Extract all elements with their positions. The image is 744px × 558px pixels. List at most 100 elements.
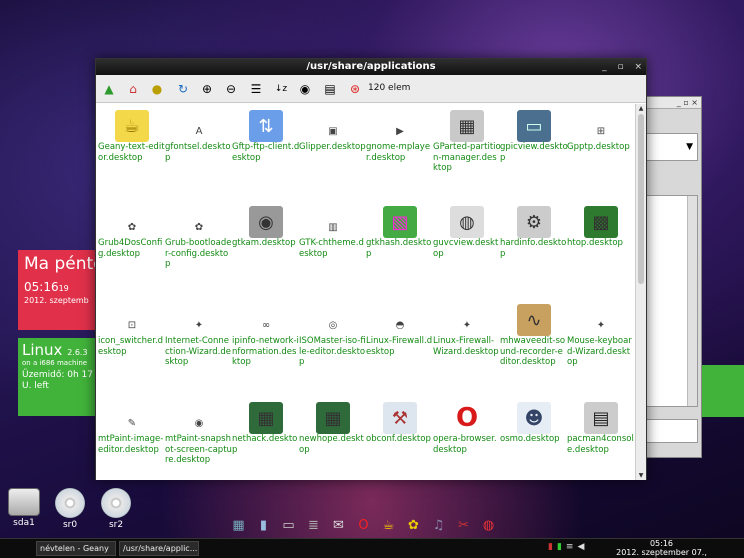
file-item[interactable]: ⊞ Gpptp.desktop <box>567 108 635 198</box>
task-file-manager[interactable]: /usr/share/applic... <box>119 541 199 556</box>
taskbar-clock-time: 05:16 <box>649 539 674 548</box>
file-item[interactable]: ▭ gpicview.desktop <box>500 108 568 198</box>
file-item[interactable]: ▧ gtkhash.desktop <box>366 204 434 294</box>
scroll-up-icon[interactable]: ▲ <box>636 104 646 113</box>
background-pane[interactable] <box>646 195 698 407</box>
drive-sr2[interactable]: sr2 <box>98 488 134 530</box>
file-item[interactable]: ☕ Geany-text-editor.desktop <box>98 108 166 198</box>
settings-icon: ⚒ <box>383 402 417 434</box>
file-label: gtkam.desktop <box>232 238 296 248</box>
file-item[interactable]: ⇅ Gftp-ftp-client.desktop <box>232 108 300 198</box>
up-arrow-icon[interactable]: ▲ <box>100 80 118 98</box>
file-item[interactable]: ⚙ hardinfo.desktop <box>500 204 568 294</box>
volume-icon[interactable]: ◀ <box>577 542 584 552</box>
vertical-scrollbar[interactable]: ▲ ▼ <box>635 104 646 480</box>
teapot-icon[interactable]: ☕ <box>378 515 399 536</box>
mail-icon[interactable]: ✉ <box>328 515 349 536</box>
settings-icon[interactable]: ≣ <box>303 515 324 536</box>
file-item[interactable]: ▶ gnome-mplayer.desktop <box>366 108 434 198</box>
home-icon[interactable]: ⌂ <box>124 80 142 98</box>
file-item[interactable]: ▥ GTK-chtheme.desktop <box>299 204 367 294</box>
file-icon-wrap: ◎ <box>299 302 367 336</box>
file-icon-wrap: ∞ <box>232 302 300 336</box>
bookmark-icon[interactable]: ● <box>148 80 166 98</box>
file-item[interactable]: Agfontsel.desktop <box>165 108 233 198</box>
file-label: Internet-Connection-Wizard.desktop <box>165 336 231 367</box>
webcam-icon[interactable]: ◍ <box>478 515 499 536</box>
tray-app-icon[interactable]: ▮ <box>548 542 553 552</box>
file-icon-wrap: ◉ <box>232 204 300 238</box>
network-icon[interactable]: ≡ <box>566 542 574 552</box>
close-button[interactable]: × <box>634 62 642 72</box>
details-view-icon[interactable]: ▤ <box>321 80 339 98</box>
taskbar-clock[interactable]: 05:16 2012. szeptember 07., péntek <box>614 539 709 558</box>
drive-sda1[interactable]: sda1 <box>6 488 42 528</box>
file-label: htop.desktop <box>567 238 623 248</box>
file-item[interactable]: ▤ pacman4console.desktop <box>567 400 635 480</box>
list-view-icon[interactable]: ☰ <box>247 80 265 98</box>
file-item[interactable]: ⊡ icon_switcher.desktop <box>98 302 166 392</box>
file-item[interactable]: ◍ guvcview.desktop <box>433 204 501 294</box>
file-item[interactable]: ◉ gtkam.desktop <box>232 204 300 294</box>
zoom-out-icon[interactable]: ⊖ <box>222 80 240 98</box>
file-label: opera-browser.desktop <box>433 434 497 455</box>
file-item[interactable]: ✦ Internet-Connection-Wizard.desktop <box>165 302 233 392</box>
maximize-button[interactable]: ▫ <box>617 62 623 72</box>
file-item[interactable]: ▦ nethack.desktop <box>232 400 300 480</box>
background-combo[interactable]: ▼ <box>646 133 698 161</box>
background-field[interactable] <box>646 419 698 443</box>
file-item[interactable]: ▩ htop.desktop <box>567 204 635 294</box>
file-item[interactable]: ▦ newhope.desktop <box>299 400 367 480</box>
taskbar-clock-date: 2012. szeptember 07., péntek <box>616 548 707 558</box>
files-icon[interactable]: ▦ <box>228 515 249 536</box>
opera-icon[interactable]: O <box>353 515 374 536</box>
drive-sr0[interactable]: sr0 <box>52 488 88 530</box>
book-icon[interactable]: ▮ <box>253 515 274 536</box>
drive-label: sda1 <box>13 518 35 528</box>
cdrom-icon <box>101 488 131 518</box>
file-item[interactable]: ◎ ISOMaster-iso-file-editor.desktop <box>299 302 367 392</box>
system-tray: ▮ ▮ ≡ ◀ <box>548 542 584 552</box>
firewall-icon: ◓ <box>395 320 405 331</box>
minimize-button[interactable]: _ <box>602 62 607 72</box>
file-item[interactable]: ∿ mhwaveedit-sound-recorder-editor.deskto… <box>500 302 568 392</box>
gear-icon[interactable]: ✿ <box>403 515 424 536</box>
file-item[interactable]: ▣ Glipper.desktop <box>299 108 367 198</box>
file-label: icon_switcher.desktop <box>98 336 164 357</box>
scrollbar-thumb[interactable] <box>638 114 644 284</box>
background-window[interactable]: _ ▫ × ▼ <box>640 96 702 458</box>
file-icon-wrap: ▦ <box>232 400 300 434</box>
file-item[interactable]: ∞ ipinfo-network-information.desktop <box>232 302 300 392</box>
file-item[interactable]: ☻ osmo.desktop <box>500 400 568 480</box>
file-item[interactable]: ◓ Linux-Firewall.desktop <box>366 302 434 392</box>
terminal-icon[interactable]: ▭ <box>278 515 299 536</box>
file-label: gnome-mplayer.desktop <box>366 142 431 163</box>
battery-icon[interactable]: ▮ <box>557 542 562 552</box>
scroll-down-icon[interactable]: ▼ <box>636 471 646 480</box>
window-titlebar[interactable]: /usr/share/applications _ ▫ × <box>96 59 646 75</box>
file-item[interactable]: ✎ mtPaint-image-editor.desktop <box>98 400 166 480</box>
tools-icon[interactable]: ✂ <box>453 515 474 536</box>
user-info: U. left <box>22 381 49 391</box>
file-item[interactable]: ✿ Grub4DosConfig.desktop <box>98 204 166 294</box>
file-item[interactable]: ◉ mtPaint-snapshot-screen-capture.desktop <box>165 400 233 480</box>
clock-time: 05:1619 <box>24 280 69 294</box>
sort-icon[interactable]: ↓z <box>272 80 290 98</box>
file-item[interactable]: ▦ GParted-partition-manager.desktop <box>433 108 501 198</box>
background-window-titlebar[interactable]: _ ▫ × <box>641 97 701 109</box>
task-geany[interactable]: névtelen - Geany <box>36 541 116 556</box>
file-item[interactable]: ⚒ obconf.desktop <box>366 400 434 480</box>
background-scrollbar[interactable] <box>687 196 697 406</box>
refresh-icon[interactable]: ↻ <box>174 80 192 98</box>
file-label: Gpptp.desktop <box>567 142 630 152</box>
eye-icon[interactable]: ◉ <box>296 80 314 98</box>
camera-icon: ◉ <box>249 206 283 238</box>
file-icon-wrap: ✿ <box>165 204 233 238</box>
file-item[interactable]: ✿ Grub-bootloader-config.desktop <box>165 204 233 294</box>
file-item[interactable]: Oopera-browser.desktop <box>433 400 501 480</box>
file-item[interactable]: ✦ Linux-Firewall-Wizard.desktop <box>433 302 501 392</box>
help-icon[interactable]: ⊛ <box>346 80 364 98</box>
zoom-in-icon[interactable]: ⊕ <box>198 80 216 98</box>
file-item[interactable]: ✦ Mouse-keyboard-Wizard.desktop <box>567 302 635 392</box>
headphones-icon[interactable]: ♫ <box>428 515 449 536</box>
